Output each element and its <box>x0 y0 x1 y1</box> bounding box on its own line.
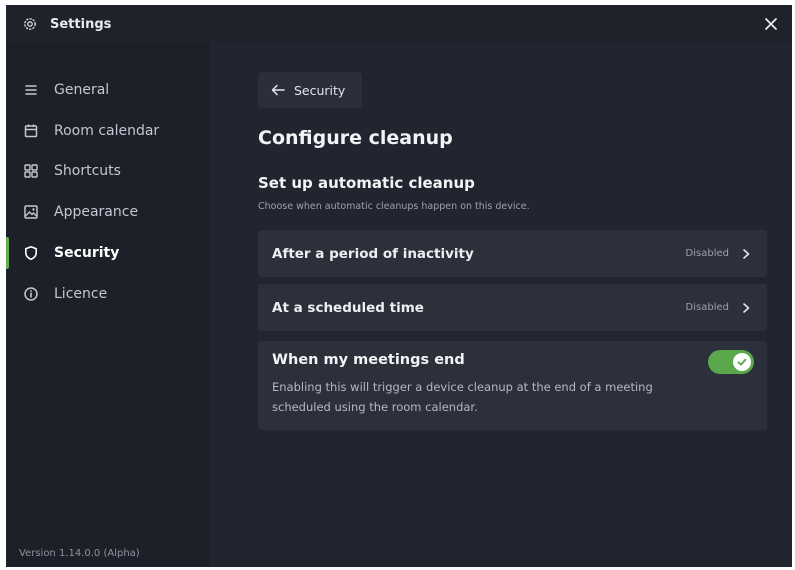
settings-window: Settings General Room calendar Shortcuts… <box>6 5 792 567</box>
sidebar-item-label: Security <box>54 245 120 261</box>
check-icon <box>737 358 747 366</box>
section-subtitle: Choose when automatic cleanups happen on… <box>258 201 530 212</box>
section-title: Set up automatic cleanup <box>258 174 475 192</box>
arrow-left-icon <box>270 82 286 98</box>
close-button[interactable] <box>760 13 782 35</box>
grid-icon <box>22 162 40 180</box>
inactivity-cleanup-row[interactable]: After a period of inactivity Disabled <box>258 230 767 277</box>
back-button[interactable]: Security <box>258 72 362 108</box>
chevron-right-icon <box>739 247 753 261</box>
main-panel: Security Configure cleanup Set up automa… <box>210 43 792 567</box>
meetings-end-card: When my meetings end Enabling this will … <box>258 341 767 430</box>
version-label: Version 1.14.0.0 (Alpha) <box>19 548 140 559</box>
sidebar-item-label: Shortcuts <box>54 163 121 179</box>
sidebar-item-room-calendar[interactable]: Room calendar <box>6 112 210 150</box>
sidebar-item-label: Room calendar <box>54 123 160 139</box>
gear-icon <box>21 15 39 33</box>
chevron-right-icon <box>739 301 753 315</box>
status-badge: Disabled <box>685 302 729 313</box>
row-label: After a period of inactivity <box>272 245 474 262</box>
sidebar-item-licence[interactable]: Licence <box>6 275 210 313</box>
list-icon <box>22 81 40 99</box>
meetings-end-description: Enabling this will trigger a device clea… <box>272 380 653 414</box>
meetings-end-toggle[interactable] <box>708 350 754 374</box>
window-title: Settings <box>50 16 112 32</box>
sidebar-item-security[interactable]: Security <box>6 234 210 272</box>
sidebar-item-label: Appearance <box>54 204 139 220</box>
close-icon <box>765 18 777 30</box>
title-bar: Settings <box>6 5 792 43</box>
sidebar-item-label: General <box>54 82 110 98</box>
status-badge: Disabled <box>685 248 729 259</box>
toggle-knob <box>733 353 751 371</box>
back-button-label: Security <box>294 82 346 98</box>
shield-icon <box>22 244 40 262</box>
meetings-end-title: When my meetings end <box>272 352 465 368</box>
row-label: At a scheduled time <box>272 299 424 316</box>
sidebar: General Room calendar Shortcuts Appearan… <box>6 43 210 567</box>
info-icon <box>22 285 40 303</box>
sidebar-item-shortcuts[interactable]: Shortcuts <box>6 152 210 190</box>
page-title: Configure cleanup <box>258 127 453 149</box>
scheduled-cleanup-row[interactable]: At a scheduled time Disabled <box>258 284 767 331</box>
image-icon <box>22 203 40 221</box>
sidebar-item-label: Licence <box>54 286 108 302</box>
sidebar-item-general[interactable]: General <box>6 71 210 109</box>
calendar-icon <box>22 122 40 140</box>
sidebar-item-appearance[interactable]: Appearance <box>6 193 210 231</box>
